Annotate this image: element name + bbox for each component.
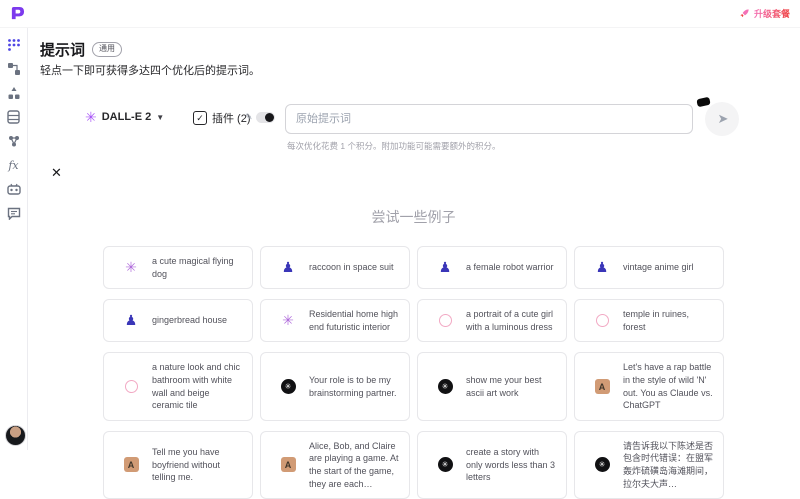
upgrade-plan-button[interactable]: 升级套餐 <box>739 7 790 20</box>
example-card-4[interactable]: ♟ vintage anime girl <box>574 246 724 289</box>
dalle-model-icon: ✳ <box>85 110 97 124</box>
example-card-text: a cute magical flying dog <box>152 255 243 280</box>
mouse-cursor <box>696 97 710 108</box>
user-avatar[interactable] <box>5 425 26 446</box>
dalle-icon: ✳ <box>125 259 137 276</box>
example-card-text: Residential home high end futuristic int… <box>309 308 400 333</box>
chevron-down-icon: ▼ <box>156 113 164 122</box>
page-title-row: 提示词 通用 <box>40 39 122 60</box>
example-card-text: Tell me you have boyfriend without telli… <box>152 446 243 484</box>
example-card-1[interactable]: ✳ a cute magical flying dog <box>103 246 253 289</box>
streaming-toggle-group: ✎ <box>245 112 275 123</box>
stack-icon <box>7 110 20 124</box>
molecule-icon <box>7 134 21 148</box>
sidebar-item-prompts[interactable] <box>6 37 22 53</box>
fx-icon: fx <box>8 159 18 172</box>
example-card-text: Alice, Bob, and Claire are playing a gam… <box>309 440 400 490</box>
sidebar-item-plugins[interactable] <box>6 133 22 149</box>
chat-icon <box>7 207 21 220</box>
top-bar: 升级套餐 <box>0 0 800 28</box>
example-card-text: vintage anime girl <box>623 261 694 274</box>
mode-badge: 通用 <box>92 42 122 56</box>
rocket-icon <box>739 8 750 19</box>
chatgpt-icon: ✳ <box>438 379 453 394</box>
ring-icon <box>596 314 609 327</box>
sd-icon: ♟ <box>125 312 138 329</box>
example-card-text: Let's have a rap battle in the style of … <box>623 361 714 411</box>
example-card-3[interactable]: ♟ a female robot warrior <box>417 246 567 289</box>
send-icon: ➤ <box>718 111 729 127</box>
app-logo-icon[interactable] <box>10 6 25 21</box>
plugins-checkbox[interactable]: ✓ <box>193 111 207 125</box>
example-card-11[interactable]: ✳ show me your best ascii art work <box>417 352 567 420</box>
sidebar: fx <box>0 28 28 450</box>
robot-icon <box>7 183 21 196</box>
sidebar-item-feedback[interactable] <box>6 205 22 221</box>
example-card-7[interactable]: a portrait of a cute girl with a luminou… <box>417 299 567 342</box>
example-card-16[interactable]: ✳ 请告诉我以下陈述是否包含时代错误：在盟军轰炸硫磺岛海滩期间，拉尔夫大声… <box>574 431 724 499</box>
optimize-send-button[interactable]: ➤ <box>705 102 739 136</box>
credits-helper-text: 每次优化花费 1 个积分。附加功能可能需要额外的积分。 <box>287 140 500 152</box>
claude-icon: A <box>124 457 139 472</box>
example-card-text: a portrait of a cute girl with a luminou… <box>466 308 557 333</box>
chatgpt-icon: ✳ <box>438 457 453 472</box>
example-card-text: show me your best ascii art work <box>466 374 557 399</box>
claude-icon: A <box>595 379 610 394</box>
example-card-13[interactable]: A Tell me you have boyfriend without tel… <box>103 431 253 499</box>
sidebar-item-hierarchy[interactable] <box>6 85 22 101</box>
example-card-2[interactable]: ♟ raccoon in space suit <box>260 246 410 289</box>
example-card-text: 请告诉我以下陈述是否包含时代错误：在盟军轰炸硫磺岛海滩期间，拉尔夫大声… <box>623 440 714 490</box>
example-card-10[interactable]: ✳ Your role is to be my brainstorming pa… <box>260 352 410 420</box>
example-card-6[interactable]: ✳ Residential home high end futuristic i… <box>260 299 410 342</box>
sidebar-item-functions[interactable]: fx <box>6 157 22 173</box>
example-card-12[interactable]: A Let's have a rap battle in the style o… <box>574 352 724 420</box>
sd-icon: ♟ <box>282 259 295 276</box>
ring-icon <box>439 314 452 327</box>
example-card-14[interactable]: A Alice, Bob, and Claire are playing a g… <box>260 431 410 499</box>
example-card-text: a nature look and chic bathroom with whi… <box>152 361 243 411</box>
toggle-knob <box>265 113 274 122</box>
sidebar-item-workflow[interactable] <box>6 61 22 77</box>
sd-icon: ♟ <box>596 259 609 276</box>
sidebar-item-library[interactable] <box>6 109 22 125</box>
toggle-switch[interactable] <box>256 112 275 123</box>
example-card-text: temple in ruines, forest <box>623 308 714 333</box>
example-card-text: gingerbread house <box>152 314 227 327</box>
ring-icon <box>125 380 138 393</box>
example-card-text: create a story with only words less than… <box>466 446 557 484</box>
example-card-9[interactable]: a nature look and chic bathroom with whi… <box>103 352 253 420</box>
tree-icon <box>7 86 21 100</box>
example-card-15[interactable]: ✳ create a story with only words less th… <box>417 431 567 499</box>
dots-grid-icon <box>7 38 21 52</box>
example-card-text: a female robot warrior <box>466 261 554 274</box>
example-card-8[interactable]: temple in ruines, forest <box>574 299 724 342</box>
claude-icon: A <box>281 457 296 472</box>
prompt-input[interactable] <box>285 104 693 134</box>
example-card-text: raccoon in space suit <box>309 261 394 274</box>
close-examples-icon[interactable]: ✕ <box>51 166 62 179</box>
page-subtitle: 轻点一下即可获得多达四个优化后的提示词。 <box>40 62 260 78</box>
model-selector[interactable]: ✳ DALL-E 2 ▼ <box>85 110 164 124</box>
examples-heading: 尝试一些例子 <box>103 207 724 227</box>
sidebar-item-agents[interactable] <box>6 181 22 197</box>
chatgpt-icon: ✳ <box>281 379 296 394</box>
model-label: DALL-E 2 <box>102 111 152 123</box>
page-title: 提示词 <box>40 39 85 60</box>
pencil-icon: ✎ <box>245 112 253 123</box>
examples-grid: ✳ a cute magical flying dog ♟ raccoon in… <box>103 246 724 499</box>
nodes-icon <box>7 62 21 76</box>
upgrade-plan-label: 升级套餐 <box>754 7 790 20</box>
example-card-5[interactable]: ♟ gingerbread house <box>103 299 253 342</box>
example-card-text: Your role is to be my brainstorming part… <box>309 374 400 399</box>
chatgpt-icon: ✳ <box>595 457 610 472</box>
sd-icon: ♟ <box>439 259 452 276</box>
dalle-icon: ✳ <box>282 312 294 329</box>
